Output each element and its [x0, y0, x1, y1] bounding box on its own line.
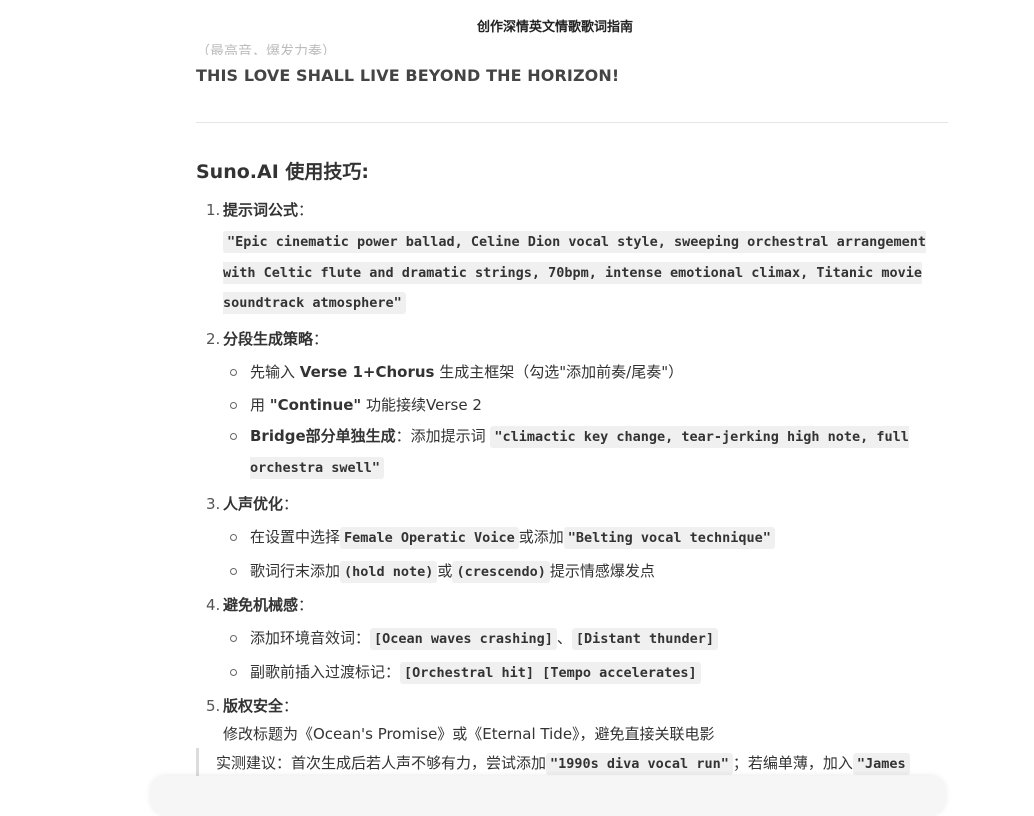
chat-input-box[interactable]	[150, 776, 946, 816]
item-text: 功能接续Verse 2	[361, 395, 482, 414]
item-text: 、	[556, 628, 572, 647]
colon: ：	[283, 494, 299, 513]
bullet-icon	[230, 401, 237, 409]
note-text: 实测建议：首次生成后若人声不够有力，尝试添加	[216, 754, 547, 772]
colon: ：	[298, 201, 314, 219]
item-text: 或添加	[518, 527, 564, 546]
list-number: 3.	[206, 494, 221, 513]
bullet-icon	[230, 432, 237, 440]
item-text: 修改标题为《Ocean's Promise》或《Eternal Tide》，避免…	[223, 724, 715, 743]
tip-heading: 版权安全	[223, 696, 284, 715]
item-text: 先输入	[250, 362, 300, 381]
tip-heading: 避免机械感	[223, 595, 299, 614]
inline-code: [Distant thunder]	[571, 627, 719, 650]
divider	[196, 122, 948, 123]
bullet-icon	[230, 634, 237, 642]
inline-code: "Belting vocal technique"	[563, 526, 775, 549]
bullet-icon	[230, 567, 237, 575]
list-number: 5.	[206, 696, 221, 715]
list-item: 在设置中选择 Female Operatic Voice 或添加 "Belting v…	[223, 525, 948, 550]
sub-list: 添加环境音效词： [Ocean waves crashing]、 [Distant …	[223, 626, 948, 685]
bullet-icon	[230, 668, 237, 676]
list-item: 先输入 Verse 1+Chorus 生成主框架（勾选"添加前奏/尾奏"）	[223, 360, 948, 384]
item-text: ：添加提示词	[395, 426, 491, 445]
inline-code: [Orchestral hit] [Tempo accelerates]	[400, 661, 701, 684]
colon: ：	[283, 696, 299, 715]
inline-code: "Epic cinematic power ballad, Celine Dio…	[223, 231, 926, 314]
bullet-icon	[230, 368, 237, 376]
page-title: 创作深情英文情歌歌词指南	[476, 20, 633, 35]
list-item: Bridge部分单独生成：添加提示词 "climactic key change…	[223, 421, 948, 483]
item-text: 生成主框架（勾选"添加前奏/尾奏"）	[434, 362, 684, 381]
lyric-climax-line: THIS LOVE SHALL LIVE BEYOND THE HORIZON!	[196, 66, 620, 85]
item-text: 副歌前插入过渡标记：	[250, 662, 401, 681]
prompt-code-block: "Epic cinematic power ballad, Celine Dio…	[223, 227, 948, 319]
item-text: 在设置中选择	[250, 527, 341, 546]
bold-text: "Continue"	[269, 395, 362, 414]
tip-item-segment-strategy: 2. 分段生成策略： 先输入 Verse 1+Chorus 生成主框架（勾选"添…	[196, 327, 948, 483]
bold-text: Bridge部分单独生成	[250, 426, 396, 445]
list-item: 副歌前插入过渡标记： [Orchestral hit] [Tempo accele…	[223, 660, 948, 685]
tip-blockquote: 实测建议：首次生成后若人声不够有力，尝试添加 "1990s diva vocal …	[196, 748, 948, 778]
list-number: 4.	[206, 595, 221, 614]
colon: ：	[298, 595, 314, 614]
inline-code: (crescendo)	[452, 560, 550, 583]
list-item: 用 "Continue" 功能接续Verse 2	[223, 393, 948, 417]
item-text: 歌词行末添加	[250, 561, 341, 580]
tip-item-copyright-safety: 5. 版权安全： 修改标题为《Ocean's Promise》或《Eternal…	[196, 694, 948, 746]
tip-item-prompt-formula: 1. 提示词公式： "Epic cinematic power ballad, …	[196, 198, 948, 319]
tip-heading: 人声优化	[223, 494, 284, 513]
inline-code: Female Operatic Voice	[340, 526, 519, 549]
item-text: 或	[437, 561, 453, 580]
inline-code: [Ocean waves crashing]	[370, 627, 557, 650]
sub-list: 在设置中选择 Female Operatic Voice 或添加 "Belting v…	[223, 525, 948, 584]
inline-code: "James	[852, 753, 910, 775]
tip-item-vocal-optimization: 3. 人声优化： 在设置中选择 Female Operatic Voice 或添加 "…	[196, 492, 948, 584]
sub-list: 先输入 Verse 1+Chorus 生成主框架（勾选"添加前奏/尾奏"） 用 …	[223, 360, 948, 483]
list-number: 2.	[206, 329, 221, 348]
list-item: 歌词行末添加 (hold note) 或 (crescendo) 提示情感爆发点	[223, 559, 948, 584]
tips-list: 1. 提示词公式： "Epic cinematic power ballad, …	[196, 198, 948, 746]
note-text: ；若编单薄，加入	[732, 754, 853, 772]
item-text: 提示情感爆发点	[549, 561, 655, 580]
section-title: Suno.AI 使用技巧:	[196, 161, 369, 183]
colon: ：	[313, 329, 329, 348]
bullet-icon	[230, 533, 237, 541]
tip-item-avoid-mechanical: 4. 避免机械感： 添加环境音效词： [Ocean waves crashing]…	[196, 593, 948, 685]
list-item: 添加环境音效词： [Ocean waves crashing]、 [Distant …	[223, 626, 948, 651]
list-number: 1.	[206, 201, 221, 219]
bold-text: Verse 1+Chorus	[299, 362, 435, 381]
tip-heading: 提示词公式	[223, 201, 299, 219]
inline-code: (hold note)	[340, 560, 438, 583]
item-text: 用	[250, 395, 270, 414]
inline-code: "1990s diva vocal run"	[546, 753, 733, 775]
previous-lyric-cut-line: （最高音，爆发力奏）	[196, 44, 336, 55]
tip-heading: 分段生成策略	[223, 329, 314, 348]
item-text: 添加环境音效词：	[250, 628, 371, 647]
